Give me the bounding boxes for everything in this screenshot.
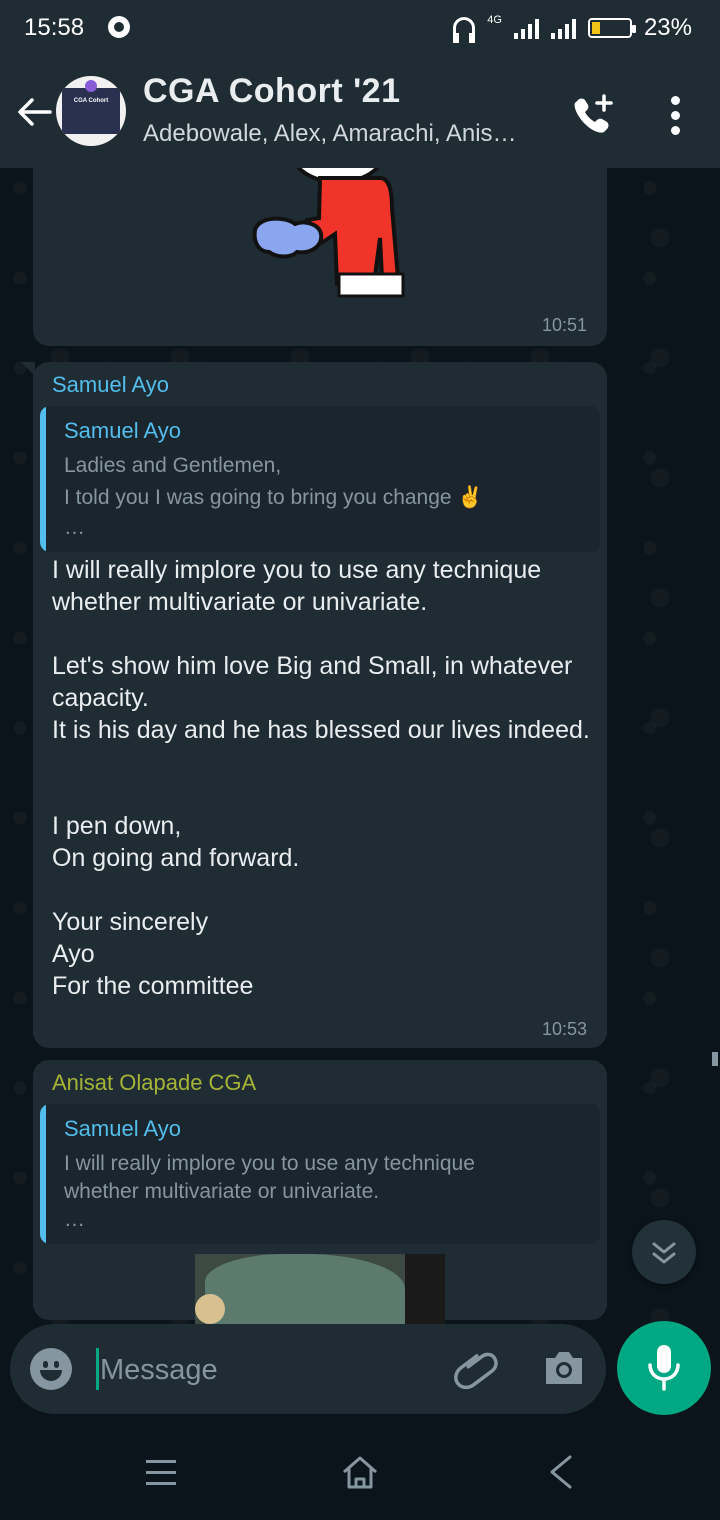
message-composer — [10, 1324, 606, 1414]
chat-header: CGA Cohort CGA Cohort '21 Adebowale, Ale… — [0, 56, 720, 168]
nav-menu-icon[interactable] — [146, 1458, 178, 1488]
quoted-text-ellipsis: … — [64, 516, 85, 539]
chat-participants[interactable]: Adebowale, Alex, Amarachi, Anis… — [143, 120, 517, 148]
signal-icon — [513, 17, 539, 39]
status-bar: 15:58 4G 23% — [0, 0, 720, 56]
quoted-text-line: I told you I was going to bring you chan… — [64, 486, 484, 509]
quoted-sender: Samuel Ayo — [64, 1116, 182, 1141]
message-time: 10:53 — [541, 1019, 587, 1039]
quoted-message[interactable]: Samuel Ayo Ladies and Gentlemen, I told … — [40, 406, 600, 552]
quoted-text-line: whether multivariate or univariate. — [64, 1180, 380, 1203]
mic-icon[interactable] — [617, 1321, 711, 1415]
avatar-text: CGA Cohort — [73, 98, 109, 104]
status-time: 15:58 — [24, 14, 85, 41]
headset-icon — [453, 17, 476, 43]
quoted-sender: Samuel Ayo — [64, 418, 182, 443]
message-time: 10:51 — [541, 315, 587, 335]
system-nav-bar — [0, 1418, 720, 1520]
add-call-icon[interactable] — [568, 92, 616, 140]
chat-title[interactable]: CGA Cohort '21 — [143, 72, 401, 111]
message-bubble[interactable]: Samuel Ayo Samuel Ayo Ladies and Gentlem… — [21, 362, 607, 1048]
battery-percent: 23% — [643, 14, 692, 41]
quoted-message[interactable]: Samuel Ayo I will really implore you to … — [40, 1104, 600, 1244]
scrollbar[interactable] — [712, 1052, 718, 1066]
message-sender[interactable]: Samuel Ayo — [52, 372, 169, 398]
notification-icon — [108, 16, 130, 38]
camera-icon[interactable] — [542, 1348, 586, 1388]
battery-icon — [587, 18, 636, 38]
group-avatar[interactable]: CGA Cohort — [56, 76, 126, 146]
message-input[interactable] — [98, 1342, 442, 1398]
emoji-icon[interactable] — [30, 1348, 72, 1390]
attach-icon[interactable] — [454, 1346, 500, 1392]
nav-back-icon[interactable] — [546, 1454, 576, 1490]
message-bubble[interactable]: Anisat Olapade CGA Samuel Ayo I will rea… — [33, 1060, 607, 1324]
message-text: I will really implore you to use any tec… — [52, 556, 590, 1000]
sticker-image — [252, 168, 405, 298]
scroll-down-icon[interactable] — [632, 1220, 696, 1284]
signal-icon-2 — [550, 17, 576, 39]
network-type: 4G — [487, 14, 502, 26]
message-sender[interactable]: Anisat Olapade CGA — [52, 1070, 256, 1096]
nav-home-icon[interactable] — [342, 1454, 378, 1490]
status-icons: 4G 23% — [453, 14, 692, 43]
photo-thumbnail[interactable] — [195, 1254, 445, 1324]
chat-area[interactable]: 10:51 Samuel Ayo Samuel Ayo Ladies and G… — [0, 168, 720, 1418]
quoted-text-ellipsis: … — [64, 1208, 85, 1231]
quoted-text-line: I will really implore you to use any tec… — [64, 1152, 475, 1175]
back-arrow-icon[interactable] — [12, 90, 56, 134]
quoted-text-line: Ladies and Gentlemen, — [64, 454, 282, 477]
message-bubble-sticker[interactable]: 10:51 — [33, 168, 607, 346]
more-vert-icon[interactable] — [660, 92, 692, 140]
